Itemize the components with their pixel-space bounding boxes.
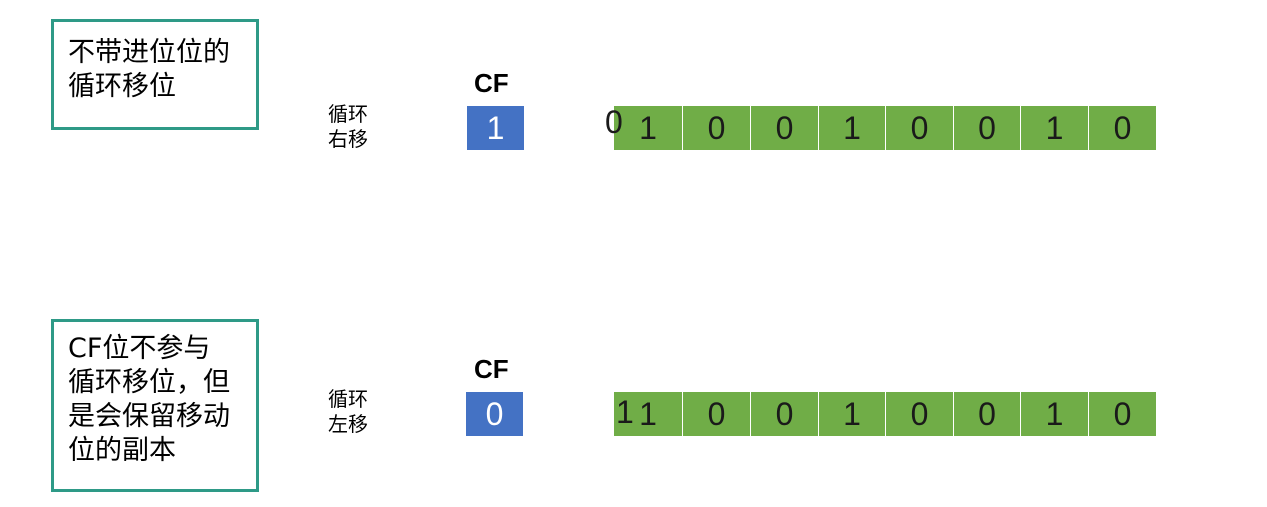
bottom-bit-1: 0 — [682, 392, 750, 436]
bottom-bit-4: 0 — [885, 392, 953, 436]
operation-label-rotate-left: 循环 左移 — [328, 387, 368, 436]
note-rotate-no-carry: 不带进位位的 循环移位 — [51, 19, 259, 130]
moving-bit-top: 0 — [605, 104, 623, 140]
cf-label-top: CF — [474, 68, 509, 98]
top-bit-5: 0 — [953, 106, 1020, 150]
bit-register-bottom: 10010010 — [614, 392, 1156, 436]
cf-value-top: 1 — [467, 106, 524, 150]
top-bit-3: 1 — [818, 106, 885, 150]
cf-label-bottom: CF — [474, 354, 509, 384]
top-bit-0: 1 — [614, 106, 682, 150]
top-bit-7: 0 — [1088, 106, 1156, 150]
bottom-bit-6: 1 — [1020, 392, 1088, 436]
top-bit-1: 0 — [682, 106, 750, 150]
bottom-bit-3: 1 — [818, 392, 885, 436]
bottom-bit-5: 0 — [953, 392, 1020, 436]
bottom-bit-2: 0 — [750, 392, 818, 436]
bit-register-top: 10010010 — [614, 106, 1156, 150]
top-bit-4: 0 — [885, 106, 953, 150]
operation-label-rotate-right: 循环 右移 — [328, 102, 368, 151]
moving-bit-bottom: 1 — [616, 394, 634, 430]
top-bit-6: 1 — [1020, 106, 1088, 150]
top-bit-2: 0 — [750, 106, 818, 150]
cf-value-bottom: 0 — [466, 392, 523, 436]
bottom-bit-7: 0 — [1088, 392, 1156, 436]
note-cf-keeps-copy: CF位不参与 循环移位，但 是会保留移动 位的副本 — [51, 319, 259, 492]
